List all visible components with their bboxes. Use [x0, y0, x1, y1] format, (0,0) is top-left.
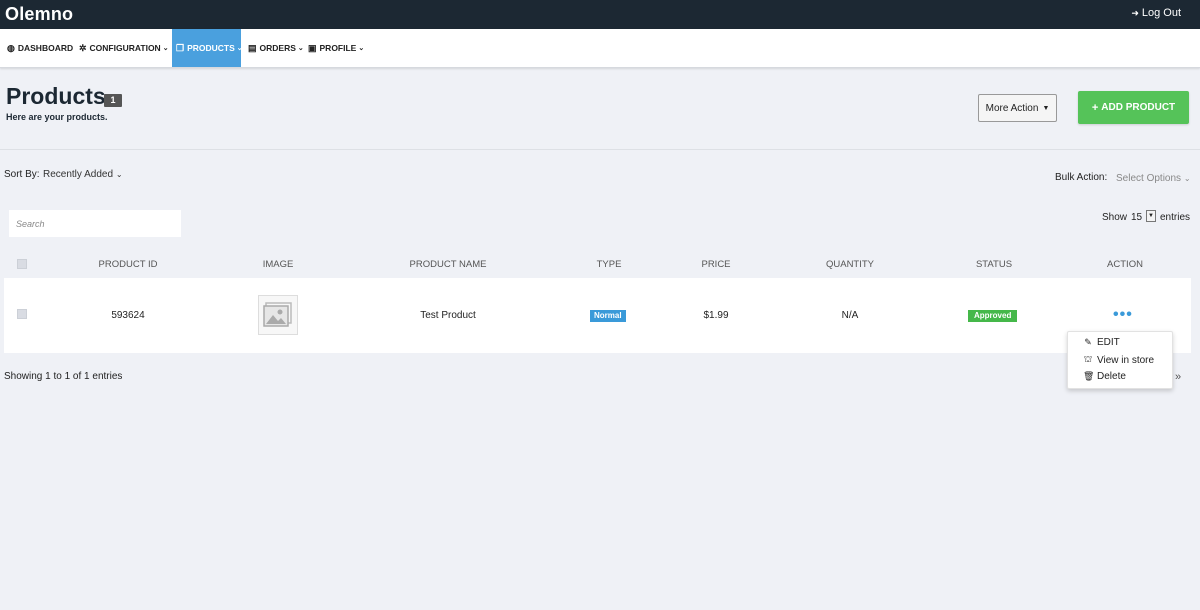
- menu-item-view-in-store[interactable]: ⛫ View in store: [1083, 354, 1154, 366]
- status-badge: Approved: [968, 310, 1018, 322]
- column-header-status[interactable]: STATUS: [976, 259, 1012, 270]
- menu-item-edit[interactable]: ✎ EDIT: [1083, 337, 1120, 348]
- nav-item-profile[interactable]: ▣ PROFILE ⌄: [308, 29, 364, 67]
- menu-item-delete[interactable]: 🗑 Delete: [1083, 371, 1126, 382]
- logout-icon: ➜: [1131, 7, 1139, 18]
- page-subtitle: Here are your products.: [6, 112, 108, 122]
- pagination-next-button[interactable]: »: [1175, 371, 1181, 383]
- table-info-text: Showing 1 to 1 of 1 entries: [4, 371, 123, 382]
- logout-button[interactable]: ➜ Log Out: [1131, 7, 1181, 19]
- gear-icon: ✲: [79, 42, 87, 53]
- nav-label-products: PRODUCTS: [187, 43, 235, 53]
- plus-icon: +: [1091, 101, 1099, 114]
- add-product-button[interactable]: + ADD PRODUCT: [1078, 91, 1189, 124]
- nav-item-configuration[interactable]: ✲ CONFIGURATION ⌄: [79, 29, 169, 67]
- column-header-price[interactable]: PRICE: [701, 259, 730, 270]
- nav-label-configuration: CONFIGURATION: [89, 43, 161, 53]
- brand-logo[interactable]: Olemno: [5, 4, 73, 25]
- add-product-label: ADD PRODUCT: [1101, 102, 1176, 113]
- chevron-down-icon: ⌄: [297, 45, 304, 52]
- cell-quantity: N/A: [841, 310, 859, 321]
- chevron-down-icon: ⌄: [358, 45, 365, 52]
- select-all-checkbox[interactable]: [17, 259, 27, 269]
- entries-per-page-select[interactable]: 15 ▼: [1128, 210, 1157, 224]
- product-image-placeholder: [258, 295, 298, 335]
- page-title: Products: [6, 83, 106, 109]
- chevron-down-icon: ⌄: [1183, 174, 1191, 183]
- column-header-quantity[interactable]: QUANTITY: [826, 259, 874, 270]
- cell-product-id: 593624: [111, 310, 145, 321]
- top-bar: Olemno ➜ Log Out: [0, 0, 1200, 29]
- pencil-icon: ✎: [1084, 337, 1092, 347]
- sort-by-value: Recently Added: [43, 169, 114, 180]
- chevron-down-icon: ⌄: [115, 170, 123, 179]
- logout-label: Log Out: [1141, 7, 1181, 19]
- nav-item-orders[interactable]: ▤ ORDERS ⌄: [248, 29, 304, 67]
- entries-per-page-value: 15: [1131, 211, 1143, 223]
- bulk-action-select[interactable]: Select Options ⌄: [1116, 173, 1191, 184]
- select-arrow-icon: ▼: [1146, 210, 1156, 222]
- column-header-product-name[interactable]: PRODUCT NAME: [410, 259, 487, 270]
- chevron-down-icon: ⌄: [236, 45, 243, 52]
- row-checkbox[interactable]: [17, 309, 27, 319]
- caret-down-icon: ▼: [1042, 104, 1050, 112]
- row-actions-menu-button[interactable]: •••: [1113, 307, 1133, 323]
- column-header-image: IMAGE: [262, 259, 294, 270]
- main-nav: ◍ DASHBOARD ✲ CONFIGURATION ⌄ ❐ PRODUCTS…: [0, 29, 1200, 68]
- search-input[interactable]: [9, 210, 181, 237]
- menu-item-edit-label: EDIT: [1097, 337, 1120, 348]
- store-icon: ⛫: [1083, 354, 1093, 364]
- nav-label-profile: PROFILE: [319, 43, 357, 53]
- row-actions-dropdown: ✎ EDIT ⛫ View in store 🗑 Delete: [1067, 331, 1173, 389]
- cell-product-name[interactable]: Test Product: [420, 310, 476, 321]
- trash-icon: 🗑: [1083, 371, 1095, 381]
- column-header-action: ACTION: [1107, 259, 1143, 270]
- nav-item-dashboard[interactable]: ◍ DASHBOARD: [7, 29, 73, 67]
- section-divider: [0, 149, 1200, 150]
- product-count-badge: 1: [104, 94, 122, 107]
- nav-label-orders: ORDERS: [259, 43, 296, 53]
- profile-icon: ▣: [308, 42, 317, 53]
- products-icon: ❐: [176, 42, 185, 53]
- chevron-down-icon: ⌄: [162, 45, 169, 52]
- menu-item-view-in-store-label: View in store: [1097, 354, 1155, 366]
- orders-icon: ▤: [248, 42, 257, 53]
- nav-item-products[interactable]: ❐ PRODUCTS ⌄: [172, 29, 243, 67]
- dashboard-icon: ◍: [7, 42, 15, 53]
- column-header-type[interactable]: TYPE: [597, 259, 622, 270]
- cell-price: $1.99: [703, 310, 729, 321]
- image-placeholder-icon: [263, 302, 292, 327]
- bulk-action-value: Select Options: [1116, 173, 1182, 184]
- sort-by-select[interactable]: Recently Added ⌄: [43, 169, 123, 180]
- show-label: Show: [1102, 212, 1128, 223]
- column-header-product-id[interactable]: PRODUCT ID: [99, 259, 158, 270]
- more-action-button[interactable]: More Action ▼: [978, 94, 1057, 122]
- sort-by-label: Sort By:: [4, 169, 40, 180]
- nav-label-dashboard: DASHBOARD: [17, 43, 74, 53]
- type-badge: Normal: [590, 310, 626, 322]
- bulk-action-label: Bulk Action:: [1055, 172, 1108, 183]
- menu-item-delete-label: Delete: [1097, 371, 1126, 382]
- entries-label: entries: [1160, 212, 1191, 223]
- more-action-label: More Action: [985, 102, 1039, 114]
